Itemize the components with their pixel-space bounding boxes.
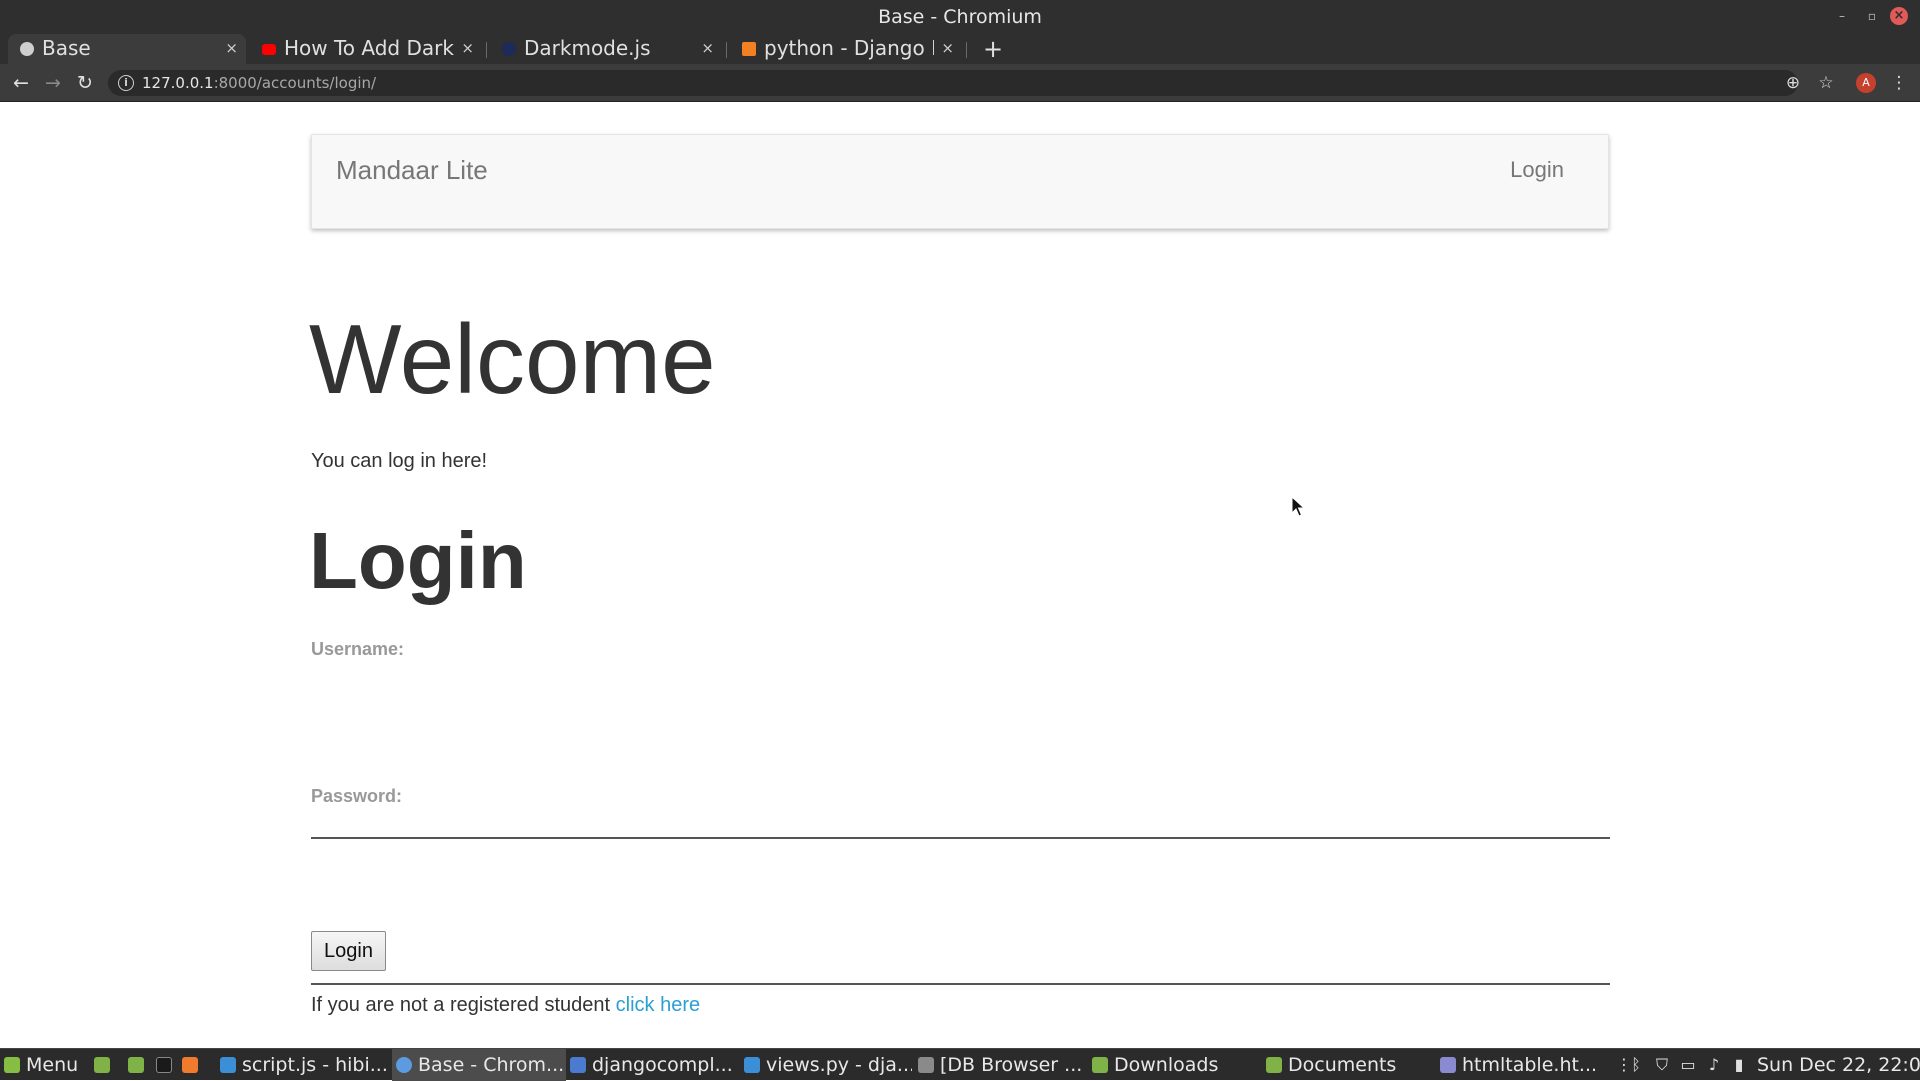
taskbar-item-downloads[interactable]: Downloads — [1092, 1049, 1264, 1081]
tab-label: Darkmode.js — [524, 36, 651, 60]
site-brand[interactable]: Mandaar Lite — [336, 155, 488, 186]
tab-label: Base — [42, 36, 91, 60]
taskbar-item-db-browser[interactable]: [DB Browser ... — [918, 1049, 1086, 1081]
youtube-icon — [262, 44, 276, 55]
lead-text: You can log in here! — [311, 450, 488, 472]
window-title-bar: Base - Chromium – ▫ × — [0, 0, 1920, 34]
close-window-button[interactable]: × — [1890, 7, 1908, 25]
taskbar-item-label: script.js - hibi... — [242, 1054, 388, 1076]
browser-toolbar: ← → ↻ i 127.0.0.1:8000/accounts/login/ ⊕… — [0, 64, 1920, 102]
taskbar-item-label: Downloads — [1114, 1054, 1219, 1076]
register-text: If you are not a registered student — [311, 994, 616, 1016]
tab-label: How To Add Dark-m — [284, 36, 454, 60]
tray-separator-icon: ⋮ — [1616, 1055, 1632, 1074]
tab-close-icon[interactable]: × — [941, 39, 954, 57]
info-icon[interactable]: i — [118, 75, 134, 91]
tab-separator — [486, 42, 487, 58]
globe-icon — [20, 42, 34, 56]
nav-login-link[interactable]: Login — [1510, 157, 1564, 183]
tab-strip: Base × How To Add Dark-m × Darkmode.js ×… — [0, 34, 1920, 64]
tab-label: python - Django Bu — [764, 36, 934, 60]
login-submit-button[interactable]: Login — [311, 931, 386, 971]
password-label: Password: — [311, 786, 403, 806]
reload-button[interactable]: ↻ — [74, 72, 96, 94]
mouse-cursor-icon — [1291, 496, 1305, 517]
tab-base[interactable]: Base × — [8, 34, 246, 64]
battery-icon[interactable]: ▮ — [1730, 1049, 1748, 1081]
network-icon[interactable]: ▭ — [1678, 1049, 1698, 1081]
vscode-icon — [744, 1057, 760, 1073]
taskbar-item-htmltable[interactable]: htmltable.ht... — [1440, 1049, 1602, 1081]
text-editor-icon — [570, 1057, 586, 1073]
desktop-icon — [94, 1057, 110, 1073]
back-button[interactable]: ← — [10, 72, 32, 94]
bookmark-star-icon[interactable]: ☆ — [1815, 72, 1837, 94]
minimize-button[interactable]: – — [1832, 6, 1852, 26]
taskbar-item-label: htmltable.ht... — [1462, 1054, 1598, 1076]
login-heading: Login — [309, 516, 527, 605]
app-launcher[interactable] — [182, 1049, 204, 1081]
url-text[interactable]: 127.0.0.1:8000/accounts/login/ — [142, 74, 376, 92]
new-tab-button[interactable]: + — [978, 34, 1008, 64]
taskbar-item-documents[interactable]: Documents — [1266, 1049, 1438, 1081]
volume-icon[interactable]: ♪ — [1704, 1049, 1724, 1081]
darkmode-icon — [502, 42, 516, 56]
folder-icon — [1092, 1057, 1108, 1073]
taskbar-item-djangocompl[interactable]: djangocompl... — [570, 1049, 736, 1081]
app-icon — [182, 1057, 198, 1073]
tab-separator — [726, 42, 727, 58]
taskbar-item-chromium[interactable]: Base - Chrom... — [392, 1049, 566, 1081]
tab-separator — [966, 42, 967, 58]
taskbar-clock[interactable]: Sun Dec 22, 22:04 — [1757, 1049, 1920, 1081]
vscode-icon — [220, 1057, 236, 1073]
start-menu-button[interactable]: Menu — [4, 1049, 88, 1081]
profile-avatar[interactable]: A — [1856, 73, 1876, 93]
tab-python-django[interactable]: python - Django Bu × — [730, 34, 962, 64]
tab-close-icon[interactable]: × — [225, 39, 238, 57]
url-path: :8000/accounts/login/ — [213, 74, 377, 92]
tab-how-to-add-dark-mode[interactable]: How To Add Dark-m × — [250, 34, 482, 64]
tab-close-icon[interactable]: × — [461, 39, 474, 57]
taskbar: Menu script.js - hibi... Base - Chrom...… — [0, 1048, 1920, 1081]
site-navbar: Mandaar Lite Login — [311, 134, 1609, 229]
maximize-button[interactable]: ▫ — [1862, 6, 1882, 26]
browser-menu-icon[interactable]: ⋮ — [1888, 72, 1910, 94]
start-menu-label: Menu — [26, 1054, 79, 1076]
password-input[interactable] — [311, 941, 1610, 985]
files-launcher[interactable] — [128, 1049, 150, 1081]
username-label: Username: — [311, 639, 405, 659]
forward-button[interactable]: → — [42, 72, 64, 94]
address-bar[interactable]: i 127.0.0.1:8000/accounts/login/ — [108, 70, 1798, 96]
zoom-icon[interactable]: ⊕ — [1782, 72, 1804, 94]
folder-icon — [1266, 1057, 1282, 1073]
web-page: Mandaar Lite Login Welcome You can log i… — [0, 103, 1920, 1048]
tab-darkmode-js[interactable]: Darkmode.js × — [490, 34, 722, 64]
taskbar-item-label: views.py - dja... — [766, 1054, 912, 1076]
welcome-heading: Welcome — [309, 304, 716, 414]
shield-icon[interactable]: ⛉ — [1652, 1049, 1672, 1081]
chromium-icon — [396, 1057, 412, 1073]
database-icon — [918, 1057, 934, 1073]
register-prompt: If you are not a registered student clic… — [311, 994, 700, 1017]
stackoverflow-icon — [742, 42, 756, 56]
show-desktop-launcher[interactable] — [94, 1049, 116, 1081]
terminal-icon — [156, 1057, 172, 1073]
taskbar-item-label: djangocompl... — [592, 1054, 733, 1076]
taskbar-item-label: Base - Chrom... — [418, 1054, 565, 1076]
mint-menu-icon — [4, 1057, 20, 1073]
tab-close-icon[interactable]: × — [701, 39, 714, 57]
document-icon — [1440, 1057, 1456, 1073]
register-link[interactable]: click here — [616, 994, 700, 1016]
taskbar-item-label: Documents — [1288, 1054, 1397, 1076]
taskbar-item-script-js[interactable]: script.js - hibi... — [220, 1049, 390, 1081]
username-input[interactable] — [311, 795, 1610, 839]
folder-icon — [128, 1057, 144, 1073]
terminal-launcher[interactable] — [156, 1049, 178, 1081]
window-title: Base - Chromium — [878, 6, 1042, 28]
taskbar-item-label: [DB Browser ... — [940, 1054, 1083, 1076]
url-host: 127.0.0.1 — [142, 74, 214, 92]
taskbar-item-views-py[interactable]: views.py - dja... — [744, 1049, 912, 1081]
bluetooth-icon[interactable]: ᛒ — [1626, 1049, 1646, 1081]
